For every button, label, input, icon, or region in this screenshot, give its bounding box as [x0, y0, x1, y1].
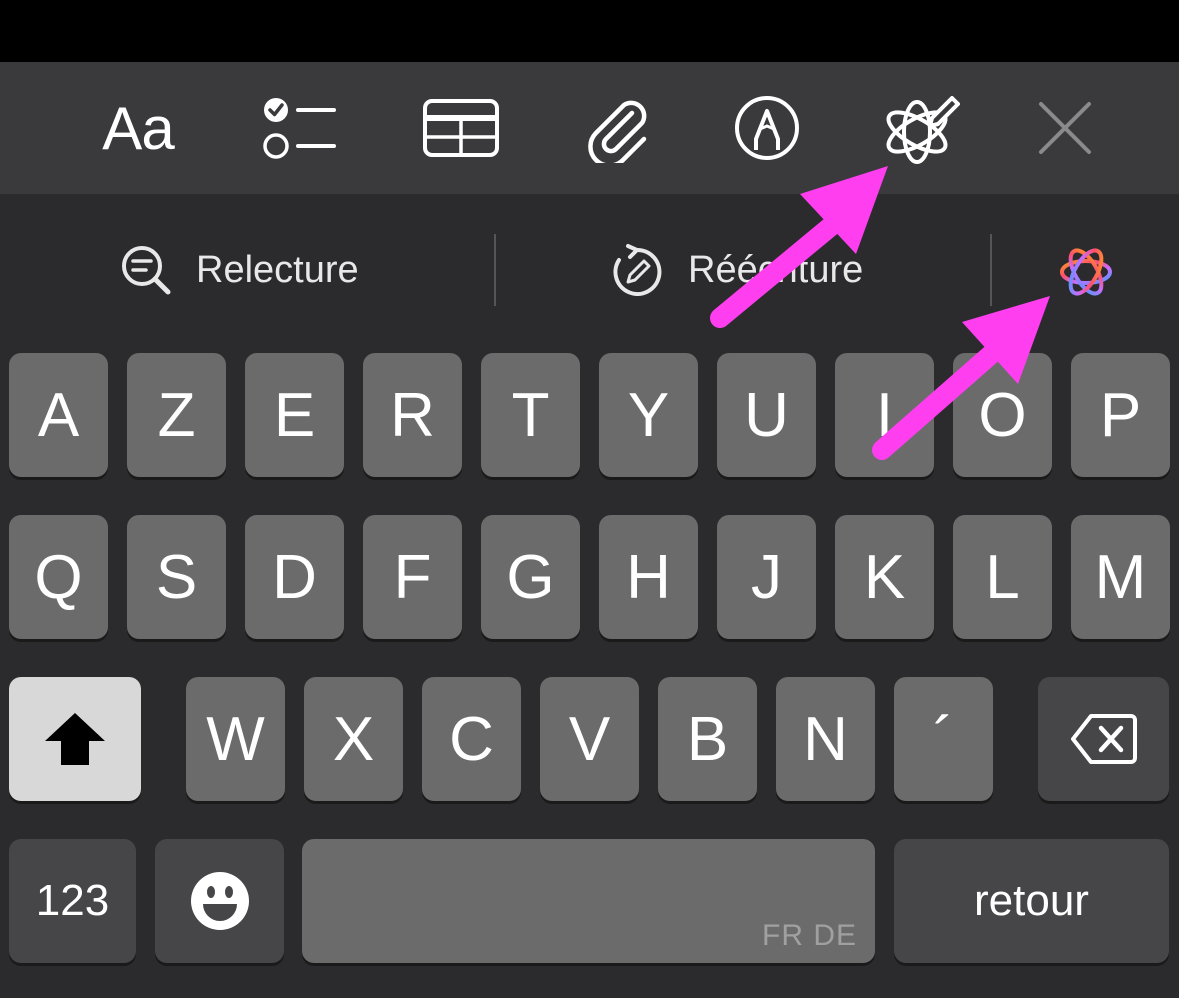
paperclip-icon [588, 100, 647, 163]
checklist-icon [263, 98, 336, 159]
suggestion-divider [990, 234, 992, 306]
keyboard: Relecture Réécriture A Z E R T Y U I O P… [0, 194, 1179, 998]
format-text-icon: Aa [102, 94, 174, 162]
key-d[interactable]: D [245, 515, 344, 639]
table-icon [423, 99, 499, 157]
key-h[interactable]: H [599, 515, 698, 639]
writing-tools-icon [886, 96, 960, 164]
key-y[interactable]: Y [599, 353, 698, 477]
key-n[interactable]: N [776, 677, 875, 801]
keyboard-languages-hint: FR DE [762, 919, 857, 952]
close-toolbar-button[interactable] [1036, 62, 1094, 194]
key-p[interactable]: P [1071, 353, 1170, 477]
rewrite-suggestion[interactable]: Réécriture [610, 238, 863, 302]
key-x[interactable]: X [304, 677, 403, 801]
key-b[interactable]: B [658, 677, 757, 801]
format-text-button[interactable]: Aa [96, 62, 180, 194]
formatting-toolbar: Aa [0, 62, 1179, 194]
key-a[interactable]: A [9, 353, 108, 477]
status-bar-area [0, 0, 1179, 62]
key-u[interactable]: U [717, 353, 816, 477]
key-s[interactable]: S [127, 515, 226, 639]
key-g[interactable]: G [481, 515, 580, 639]
key-z[interactable]: Z [127, 353, 226, 477]
key-q[interactable]: Q [9, 515, 108, 639]
key-j[interactable]: J [717, 515, 816, 639]
suggestion-bar: Relecture Réécriture [0, 194, 1179, 344]
rewrite-label: Réécriture [688, 248, 864, 291]
key-r[interactable]: R [363, 353, 462, 477]
space-key[interactable]: FR DE [302, 839, 875, 963]
key-c[interactable]: C [422, 677, 521, 801]
apple-intelligence-icon [1060, 248, 1112, 296]
apple-intelligence-button[interactable] [1056, 240, 1140, 304]
proofread-magnifier-icon [122, 246, 171, 295]
numbers-key[interactable]: 123 [9, 839, 136, 963]
key-t[interactable]: T [481, 353, 580, 477]
key-i[interactable]: I [835, 353, 934, 477]
return-key[interactable]: retour [894, 839, 1169, 963]
rewrite-icon [613, 244, 662, 296]
key-l[interactable]: L [953, 515, 1052, 639]
shift-arrow-icon [45, 713, 105, 765]
table-button[interactable] [420, 62, 502, 194]
writing-tools-button[interactable] [880, 62, 960, 194]
close-icon [1039, 102, 1091, 154]
key-o[interactable]: O [953, 353, 1052, 477]
key-v[interactable]: V [540, 677, 639, 801]
emoji-key[interactable] [155, 839, 284, 963]
emoji-smiley-icon [190, 872, 249, 930]
checklist-button[interactable] [258, 62, 338, 194]
suggestion-divider [494, 234, 496, 306]
delete-key[interactable] [1038, 677, 1169, 801]
shift-key[interactable] [9, 677, 141, 801]
key-e[interactable]: E [245, 353, 344, 477]
backspace-icon [1070, 714, 1137, 764]
markup-button[interactable] [734, 62, 800, 194]
key-k[interactable]: K [835, 515, 934, 639]
proofread-label: Relecture [196, 248, 359, 291]
key-w[interactable]: W [186, 677, 285, 801]
key-f[interactable]: F [363, 515, 462, 639]
attachment-button[interactable] [584, 62, 650, 194]
key-m[interactable]: M [1071, 515, 1170, 639]
proofread-suggestion[interactable]: Relecture [120, 238, 359, 302]
markup-pen-icon [735, 96, 799, 160]
key-acute-accent[interactable]: ´ [894, 677, 993, 801]
